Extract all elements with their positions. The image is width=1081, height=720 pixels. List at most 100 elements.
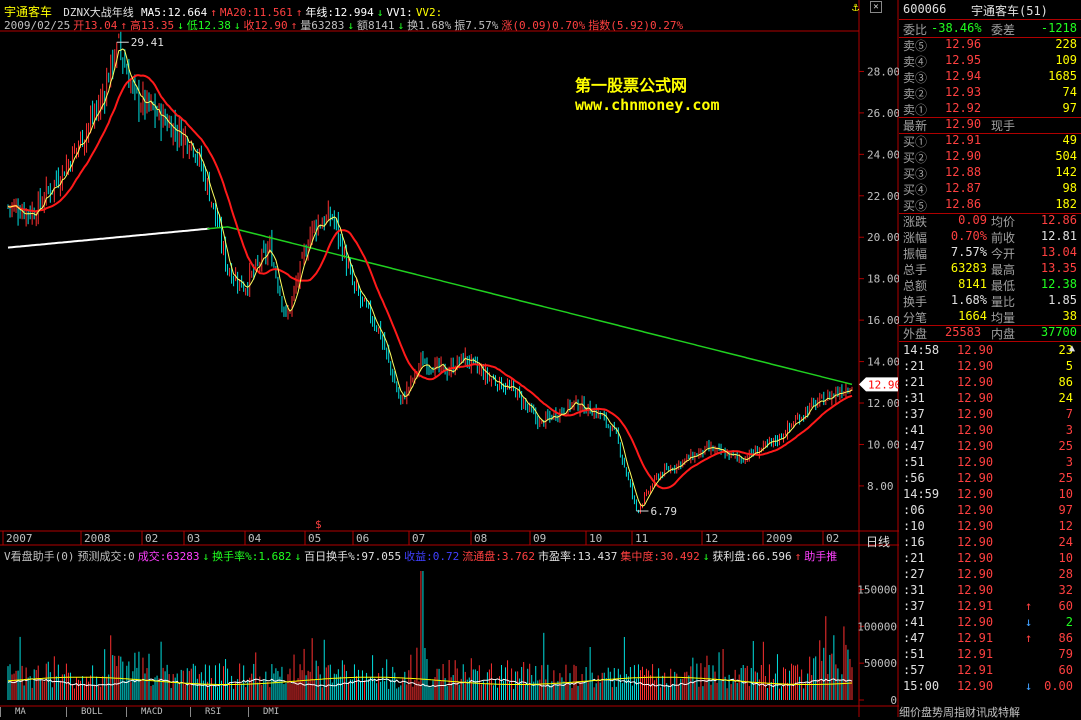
order-label: 买② — [903, 151, 928, 165]
buys-row-1[interactable]: 买① 12.91 49 — [899, 133, 1081, 149]
date-tick: 08 — [474, 532, 487, 545]
tab-macd[interactable]: MACD — [126, 707, 191, 717]
tick-time: :06 — [903, 503, 925, 517]
date-tick: 11 — [635, 532, 648, 545]
order-label: 卖① — [903, 103, 928, 117]
order-price: 12.87 — [945, 181, 982, 195]
panel-bottom-tabs[interactable]: 细价盘势周指财讯成特解 — [899, 704, 1020, 720]
order-label: 买③ — [903, 167, 928, 181]
stat-row: 总额 8141 最低 12.38 — [899, 277, 1081, 293]
stat-row: 换手 1.68% 量比 1.85 — [899, 293, 1081, 309]
tick-price: 12.91 — [957, 631, 994, 645]
scroll-up-icon[interactable]: ▲ — [1069, 343, 1075, 354]
price-tick: 28.00 — [867, 65, 899, 78]
stat-value: 0.09 — [958, 213, 987, 227]
sells-row-1[interactable]: 卖⑤ 12.96 228 — [899, 37, 1081, 53]
tab-rsi[interactable]: RSI — [190, 707, 255, 717]
kline-chart[interactable]: 28.00 26.00 24.00 22.00 20.00 18.00 16.00 14.00… — [0, 0, 899, 717]
date-tick: 07 — [412, 532, 425, 545]
vh-8: 流通盘:3.762 — [462, 550, 535, 563]
volume-tick: 0 — [890, 694, 897, 707]
stat-value: 63283 — [950, 261, 987, 275]
tick-volume: 86 — [1058, 375, 1073, 389]
stat-row: 总手 63283 最高 13.35 — [899, 261, 1081, 277]
tab-dmi[interactable]: DMI — [248, 707, 307, 717]
stat-label: 均量 — [991, 311, 1016, 325]
date-tick: 03 — [187, 532, 200, 545]
tick-time: :47 — [903, 631, 925, 645]
price-tick: 26.00 — [867, 107, 899, 120]
tick-price: 12.90 — [957, 487, 994, 501]
hl2-1: 开13.04 — [73, 19, 118, 32]
header-line2-ohlc: 2009/02/25 开13.04 ↑ 高13.35 ↓ 低12.38 ↓ 收12.90 ↑ 量6… — [4, 17, 686, 33]
stat-value: 12.81 — [1040, 229, 1077, 243]
tab-ma[interactable]: MA — [0, 707, 65, 717]
stat-label: 今开 — [991, 247, 1016, 261]
hl2-16: 指数(5.92)0.27% — [588, 19, 684, 32]
tick-volume: 2 — [1065, 615, 1073, 629]
hl2-7: 收12.90 — [243, 19, 288, 32]
stat-value: 1.85 — [1048, 293, 1077, 307]
tick-price: 12.90 — [957, 439, 994, 453]
tick-time: :16 — [903, 535, 925, 549]
order-label: 卖⑤ — [903, 39, 928, 53]
stat-label: 最低 — [991, 279, 1016, 293]
tick-row: :51 12.90 3 — [899, 455, 1081, 471]
outer-inner-row: 外盘 25583 内盘 37700 — [903, 325, 1077, 341]
tick-volume: 60 — [1058, 599, 1073, 613]
tick-price: 12.90 — [957, 423, 994, 437]
sells-row-4[interactable]: 卖② 12.93 74 — [899, 85, 1081, 101]
order-price: 12.92 — [945, 101, 982, 115]
stat-row: 振幅 7.57% 今开 13.04 — [899, 245, 1081, 261]
buys-row-3[interactable]: 买③ 12.88 142 — [899, 165, 1081, 181]
tick-row: :37 12.91 ↑ 60 — [899, 599, 1081, 615]
stat-label: 总额 — [903, 279, 928, 293]
order-label: 卖② — [903, 87, 928, 101]
tick-row: :21 12.90 10 — [899, 551, 1081, 567]
close-icon[interactable]: ✕ — [870, 1, 882, 13]
vh-10: 集中度:30.492 — [620, 550, 700, 563]
anchor-icon[interactable]: ⚓ — [852, 0, 859, 14]
order-volume: 74 — [1062, 85, 1077, 99]
sells-row-2[interactable]: 卖④ 12.95 109 — [899, 53, 1081, 69]
tick-time: :37 — [903, 407, 925, 421]
buys-row-2[interactable]: 买② 12.90 504 — [899, 149, 1081, 165]
tick-row: :16 12.90 24 — [899, 535, 1081, 551]
latest-row: 最新 12.90 现手 — [903, 117, 1016, 133]
tick-price: 12.91 — [957, 599, 994, 613]
tick-volume: 28 — [1058, 567, 1073, 581]
tick-volume: 0.00 — [1044, 679, 1073, 693]
price-tick: 10.00 — [867, 438, 899, 451]
watermark-url: www.chnmoney.com — [575, 96, 720, 114]
date-tick: 2009 — [766, 532, 793, 545]
buys-row-4[interactable]: 买④ 12.87 98 — [899, 181, 1081, 197]
price-tick: 20.00 — [867, 231, 899, 244]
vh-3: ↓ — [202, 550, 210, 563]
hl2-3: 高13.35 — [129, 19, 175, 32]
tick-price: 12.91 — [957, 663, 994, 677]
tick-price: 12.90 — [957, 391, 994, 405]
order-volume: 109 — [1055, 53, 1077, 67]
vh-1: 预测成交:0 — [77, 550, 135, 563]
tick-time: :37 — [903, 599, 925, 613]
stat-value: 8141 — [958, 277, 987, 291]
volume-tick: 150000 — [857, 583, 897, 596]
order-price: 12.94 — [945, 69, 982, 83]
period-label[interactable]: 日线 — [866, 533, 890, 550]
tick-volume: 32 — [1058, 583, 1073, 597]
stat-label: 均价 — [991, 215, 1016, 229]
sells-row-3[interactable]: 卖③ 12.94 1685 — [899, 69, 1081, 85]
sells-row-5[interactable]: 卖① 12.92 97 — [899, 101, 1081, 117]
tab-boll[interactable]: BOLL — [66, 707, 131, 717]
hl2-0: 2009/02/25 — [4, 19, 71, 32]
vh-7: 收益:0.72 — [404, 550, 460, 563]
hl2-14: 振7.57% — [454, 19, 499, 32]
price-tick: 18.00 — [867, 273, 899, 286]
tick-row: :41 12.90 ↓ 2 — [899, 615, 1081, 631]
tick-volume: 79 — [1058, 647, 1073, 661]
vh-13: ↑ — [794, 550, 802, 563]
buys-row-5[interactable]: 买⑤ 12.86 182 — [899, 197, 1081, 213]
vh-4: 换手率%:1.682 — [212, 550, 292, 563]
tick-volume: 25 — [1058, 471, 1073, 485]
volume-bars — [7, 571, 853, 700]
